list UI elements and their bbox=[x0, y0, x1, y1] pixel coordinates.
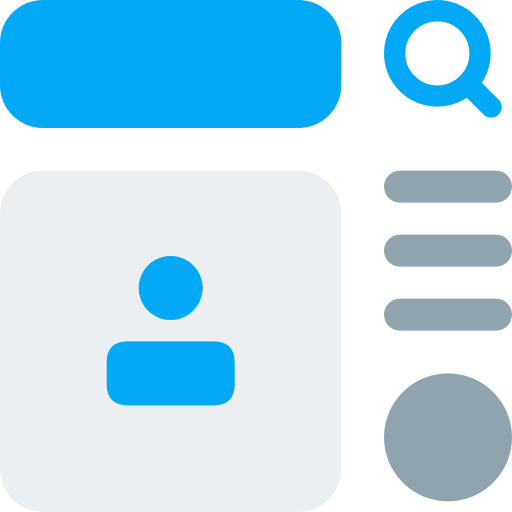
profile-search-illustration bbox=[0, 0, 512, 512]
user-icon-body bbox=[106, 341, 235, 406]
search-icon bbox=[384, 0, 502, 118]
search-icon-handle bbox=[459, 75, 502, 118]
illustration-svg bbox=[0, 0, 512, 512]
status-circle bbox=[384, 373, 512, 502]
user-icon-head bbox=[138, 256, 203, 320]
search-bar bbox=[0, 0, 342, 128]
text-line-3 bbox=[384, 298, 512, 331]
text-line-1 bbox=[384, 170, 512, 203]
text-line-2 bbox=[384, 234, 512, 267]
